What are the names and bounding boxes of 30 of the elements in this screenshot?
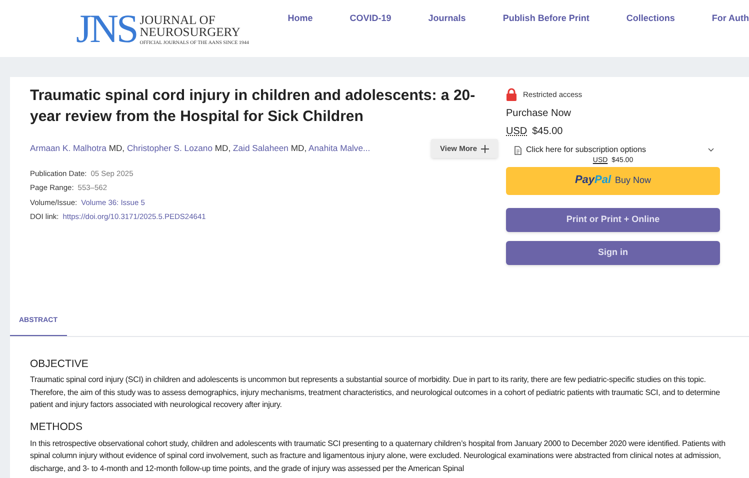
author-degree: MD,	[290, 143, 308, 154]
nav-link[interactable]: Publish Before Print	[502, 12, 590, 26]
author-link[interactable]: Zaid Salaheen	[233, 143, 288, 154]
subscription-dropdown[interactable]: Click here for subscription options	[506, 144, 720, 156]
nav-link[interactable]: Journals	[428, 12, 466, 26]
currency-label: USD	[506, 125, 528, 139]
author-link[interactable]: Christopher S. Lozano	[126, 143, 212, 154]
nav-link[interactable]: For Auth	[712, 12, 749, 26]
chevron-down-icon	[708, 148, 714, 152]
author-degree: MD,	[214, 143, 232, 154]
author-link[interactable]: Armaan K. Malhotra	[30, 143, 106, 154]
section-text: In this retrospective observational cohort study, children and adolescents with traumatic SCI presenting to a quaternary children’s hospital from January 2000 to December 2020 were identified. Patients with spinal column injury without evidence of spinal cord involvement, such as fracture and ligamentous injury alone, were excluded. Neurological examinations were abstracted from clinical notes at admission, discharge, and 3- to 4-month and 12-month follow-up time points, and the grade of injury was assessed per the American Spinal	[30, 438, 726, 475]
nav-link[interactable]: Collections	[626, 12, 675, 26]
section-heading: OBJECTIVE	[30, 356, 90, 372]
paypal-button[interactable]: PayPal Buy Now	[506, 166, 720, 194]
subscription-label: Click here for subscription options	[526, 144, 646, 156]
lock-icon	[506, 88, 517, 101]
author-link[interactable]: Anahita Malve...	[308, 143, 370, 154]
sign-in-button[interactable]: Sign in	[506, 240, 720, 264]
document-icon	[514, 146, 522, 154]
author-degree: MD,	[108, 143, 126, 154]
price: $45.00	[532, 125, 563, 139]
nav-link[interactable]: COVID-19	[350, 12, 392, 26]
section-heading: METHODS	[30, 420, 84, 435]
print-option-button[interactable]: Print or Print + Online	[506, 208, 720, 232]
nav-link[interactable]: Home	[288, 12, 313, 26]
purchase-heading: Purchase Now	[506, 107, 572, 121]
plus-icon	[481, 144, 489, 152]
article-title: Traumatic spinal cord injury in children and adolescents: a 20-year review from the Hospital for Sick Children	[30, 86, 476, 127]
section-text: Traumatic spinal cord injury (SCI) in children and adolescents is uncommon but represents a substantial source of morbidity. Due in part to its rarity, there are few pediatric-specific studies on this topic. Therefore, the aim of this study was to assess demographics, injury mechanisms, treatment characteristics, and neurological outcomes in a cohort of pediatric patients with traumatic SCI, and to determine patient and injury factors associated with neurological recovery after injury.	[30, 374, 721, 412]
